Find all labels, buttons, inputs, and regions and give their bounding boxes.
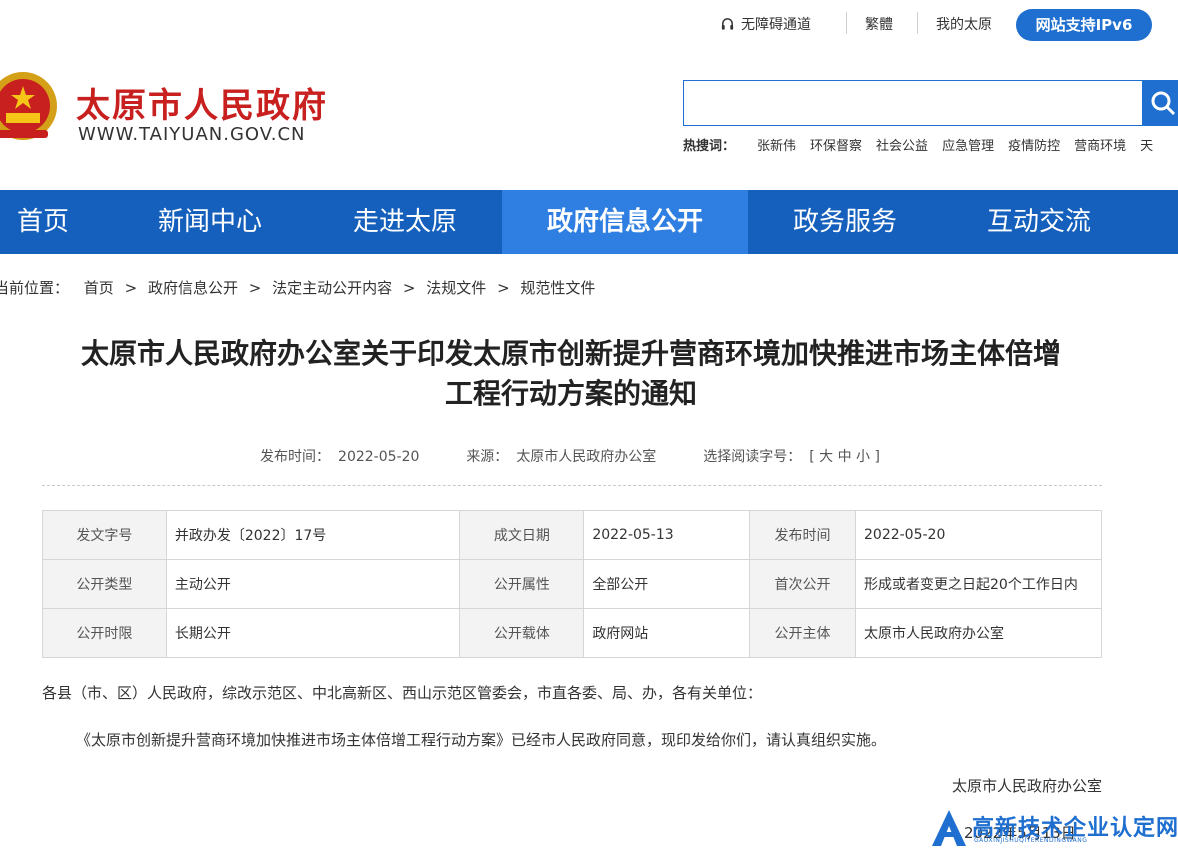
table-row: 公开时限 长期公开 公开载体 政府网站 公开主体 太原市人民政府办公室: [42, 608, 1102, 658]
hot-term[interactable]: 营商环境: [1074, 135, 1126, 154]
watermark-subtext: GAOXINJISHUQIYERENDINGWANG: [974, 837, 1088, 844]
table-value: 全部公开: [583, 559, 751, 609]
article-meta: 发布时间： 2022-05-20 来源： 太原市人民政府办公室 选择阅读字号： [ 大…: [0, 446, 1140, 466]
table-value: 2022-05-13: [583, 510, 751, 560]
font-size-label: 选择阅读字号：: [703, 449, 802, 465]
breadcrumb: 当前位置： 首页 > 政府信息公开 > 法定主动公开内容 > 法规文件 > 规范…: [0, 277, 599, 298]
watermark-logo-icon: [932, 810, 966, 846]
site-url: WWW.TAIYUAN.GOV.CN: [78, 124, 306, 145]
table-key: 公开载体: [459, 608, 585, 658]
source-label: 来源：: [466, 449, 509, 465]
search-input[interactable]: [683, 80, 1144, 126]
ipv6-badge[interactable]: 网站支持IPv6: [1016, 9, 1152, 41]
table-key: 发文字号: [42, 510, 167, 560]
hot-term[interactable]: 疫情防控: [1008, 135, 1060, 154]
divider: [917, 12, 918, 34]
accessibility-link[interactable]: 无障碍通道: [720, 14, 811, 34]
divider: [846, 12, 847, 34]
main-nav: 首页 新闻中心 走进太原 政府信息公开 政务服务 互动交流: [0, 190, 1178, 254]
breadcrumb-separator: >: [402, 279, 416, 297]
breadcrumb-statutory[interactable]: 法定主动公开内容: [272, 279, 392, 297]
table-key: 公开主体: [749, 608, 856, 658]
hot-term[interactable]: 环保督察: [810, 135, 862, 154]
nav-about-taiyuan[interactable]: 走进太原: [310, 190, 500, 254]
breadcrumb-separator: >: [124, 279, 138, 297]
hot-search-label: 热搜词：: [683, 139, 736, 154]
article-salutation: 各县（市、区）人民政府，综改示范区、中北高新区、西山示范区管委会，市直各委、局、…: [42, 684, 763, 702]
source-value: 太原市人民政府办公室: [516, 449, 657, 465]
document-info-table: 发文字号 并政办发〔2022〕17号 成文日期 2022-05-13 发布时间 …: [42, 510, 1102, 658]
publish-label: 发布时间：: [260, 449, 331, 465]
table-key: 成文日期: [459, 510, 585, 560]
watermark: 高新技术企业认定网 GAOXINJISHUQIYERENDINGWANG: [932, 806, 1178, 852]
breadcrumb-prefix: 当前位置：: [0, 279, 70, 297]
table-value: 形成或者变更之日起20个工作日内: [855, 559, 1102, 609]
breadcrumb-home[interactable]: 首页: [84, 279, 114, 297]
article-title-line-1: 太原市人民政府办公室关于印发太原市创新提升营商环境加快推进市场主体倍增: [80, 337, 1061, 370]
headphones-icon: [721, 17, 734, 30]
nav-home[interactable]: 首页: [0, 190, 86, 254]
hot-term[interactable]: 社会公益: [876, 135, 928, 154]
breadcrumb-separator: >: [497, 279, 510, 297]
table-value: 主动公开: [165, 559, 461, 609]
table-value: 太原市人民政府办公室: [855, 608, 1102, 658]
accessibility-label: 无障碍通道: [741, 17, 811, 33]
table-key: 公开属性: [459, 559, 585, 609]
breadcrumb-normative[interactable]: 规范性文件: [520, 279, 595, 297]
table-key: 首次公开: [749, 559, 856, 609]
table-key: 公开类型: [42, 559, 167, 609]
nav-news[interactable]: 新闻中心: [110, 190, 310, 254]
search-button[interactable]: [1142, 80, 1178, 126]
article-signer: 太原市人民政府办公室: [951, 777, 1102, 795]
table-key: 公开时限: [42, 608, 167, 658]
nav-gov-info-disclosure[interactable]: 政府信息公开: [502, 190, 748, 254]
article-title-line-2: 工程行动方案的通知: [444, 377, 697, 410]
breadcrumb-regulations[interactable]: 法规文件: [426, 279, 486, 297]
table-value: 长期公开: [165, 608, 461, 658]
table-value: 并政办发〔2022〕17号: [165, 510, 461, 560]
top-utility-bar: 无障碍通道 繁體 我的太原 网站支持IPv6: [0, 8, 1178, 42]
hot-term[interactable]: 天: [1140, 135, 1153, 154]
nav-gov-services[interactable]: 政务服务: [748, 190, 942, 254]
article-title: 太原市人民政府办公室关于印发太原市创新提升营商环境加快推进市场主体倍增 工程行动…: [40, 334, 1102, 414]
table-value: 政府网站: [583, 608, 751, 658]
traditional-chinese-link[interactable]: 繁體: [865, 14, 893, 34]
table-value: 2022-05-20: [855, 510, 1102, 560]
table-row: 公开类型 主动公开 公开属性 全部公开 首次公开 形成或者变更之日起20个工作日…: [42, 559, 1102, 609]
nav-interaction[interactable]: 互动交流: [942, 190, 1136, 254]
publish-date: 2022-05-20: [338, 449, 420, 465]
breadcrumb-gov-info[interactable]: 政府信息公开: [148, 279, 238, 297]
table-row: 发文字号 并政办发〔2022〕17号 成文日期 2022-05-13 发布时间 …: [42, 510, 1102, 560]
divider: [42, 485, 1102, 486]
breadcrumb-separator: >: [248, 279, 262, 297]
font-size-selector[interactable]: [ 大 中 小 ]: [809, 449, 880, 465]
article-paragraph: 《太原市创新提升营商环境加快推进市场主体倍增工程行动方案》已经市人民政府同意，现…: [76, 731, 887, 749]
table-key: 发布时间: [749, 510, 856, 560]
site-title[interactable]: 太原市人民政府: [76, 78, 328, 127]
search-icon: [1151, 91, 1176, 116]
hot-search-terms: 热搜词： 张新伟 环保督察 社会公益 应急管理 疫情防控 营商环境 天: [683, 135, 1167, 154]
hot-term[interactable]: 张新伟: [757, 135, 796, 154]
my-taiyuan-link[interactable]: 我的太原: [936, 14, 992, 34]
national-emblem-icon[interactable]: [0, 70, 62, 146]
hot-term[interactable]: 应急管理: [942, 135, 994, 154]
